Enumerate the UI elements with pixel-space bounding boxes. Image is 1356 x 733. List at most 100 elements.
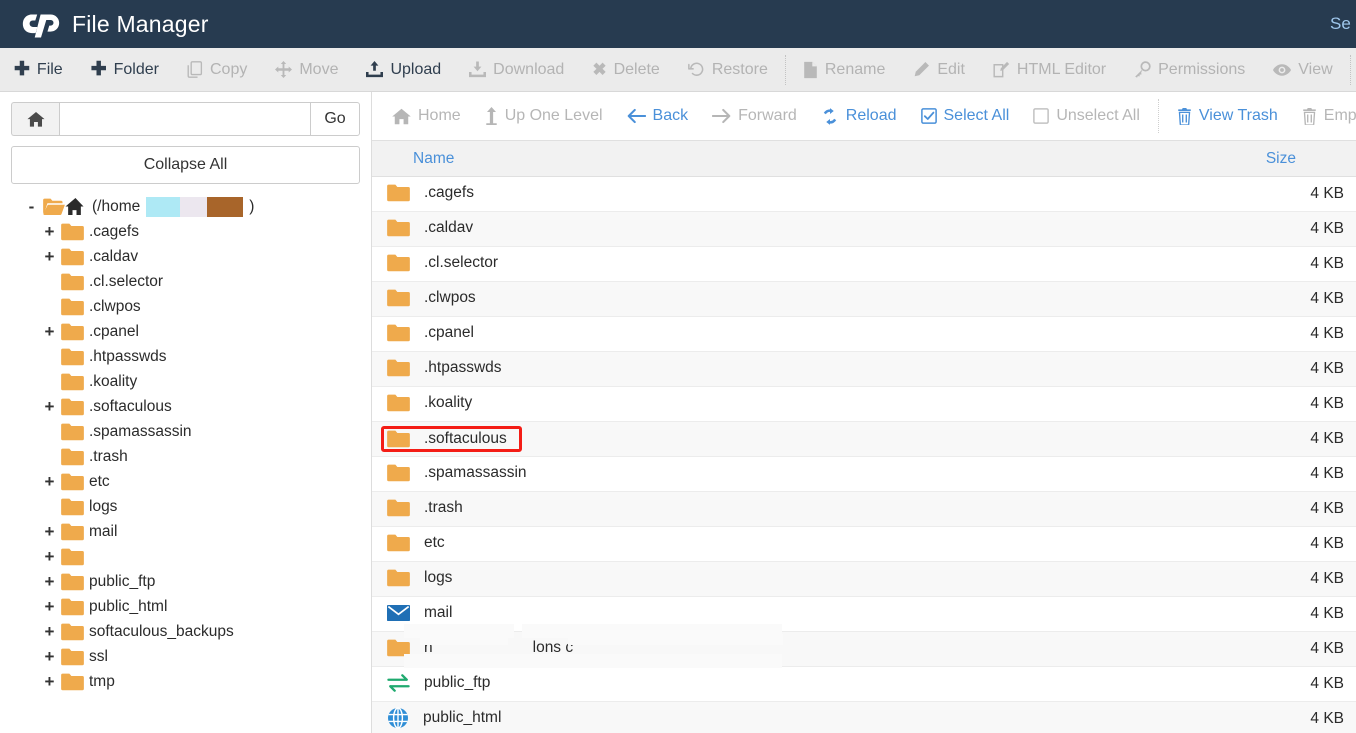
file-entry[interactable]: .cl.selector [384, 251, 504, 275]
file-entry[interactable]: public_ftp [384, 671, 496, 695]
tree-node-public_html[interactable]: + public_html [11, 594, 360, 619]
tree-toggle[interactable]: + [43, 623, 56, 640]
table-row[interactable]: mail 4 KB [372, 596, 1356, 632]
file-name-cell[interactable]: .cl.selector [372, 246, 864, 282]
tree-node-public_ftp[interactable]: + public_ftp [11, 569, 360, 594]
tree-node-trash[interactable]: + .trash [11, 444, 360, 469]
tree-node-ssl[interactable]: + ssl [11, 644, 360, 669]
file-entry[interactable]: .cagefs [384, 181, 480, 205]
toolbar-button-upload[interactable]: Upload [352, 48, 455, 91]
file-name-cell[interactable]: public_ftp [372, 666, 864, 702]
file-name-cell[interactable]: .clwpos [372, 281, 864, 317]
path-input[interactable] [59, 102, 310, 136]
table-row[interactable]: .caldav 4 KB [372, 211, 1356, 247]
table-row[interactable]: .cpanel 4 KB [372, 316, 1356, 352]
file-entry[interactable]: mail [384, 601, 458, 625]
file-name-cell[interactable]: .trash [372, 491, 864, 527]
tree-toggle[interactable]: - [25, 198, 38, 215]
tree-node-koality[interactable]: + .koality [11, 369, 360, 394]
table-row[interactable]: logs 4 KB [372, 561, 1356, 597]
table-row[interactable]: .cl.selector 4 KB [372, 246, 1356, 282]
collapse-all-button[interactable]: Collapse All [11, 146, 360, 184]
tree-node-clwpos[interactable]: + .clwpos [11, 294, 360, 319]
file-entry[interactable]: public_html [384, 704, 507, 732]
file-entry[interactable]: .clwpos [384, 286, 482, 310]
tree-toggle[interactable]: + [43, 573, 56, 590]
table-row[interactable]: public_ftp 4 KB [372, 666, 1356, 702]
file-entry[interactable]: .trash [384, 496, 469, 520]
toolbar-button-move: Move [261, 48, 352, 91]
file-name-cell[interactable]: public_html [372, 701, 864, 733]
table-row[interactable]: public_html 4 KB [372, 701, 1356, 733]
tree-toggle[interactable]: + [43, 523, 56, 540]
table-row[interactable]: .clwpos 4 KB [372, 281, 1356, 317]
tree-node-mail[interactable]: + mail [11, 519, 360, 544]
list-toolbar-button-back[interactable]: Back [615, 92, 701, 140]
file-entry[interactable]: .softaculous [381, 425, 522, 452]
table-row[interactable]: n lons c 4 KB [372, 624, 1356, 668]
home-icon[interactable] [11, 102, 59, 136]
file-icon [803, 61, 818, 79]
file-name-cell[interactable]: .cpanel [372, 316, 864, 352]
file-entry[interactable]: logs [384, 566, 458, 590]
tree-toggle[interactable]: + [43, 248, 56, 265]
file-entry[interactable]: .htpasswds [384, 356, 508, 380]
table-row[interactable]: .trash 4 KB [372, 491, 1356, 527]
file-name-cell[interactable]: n lons c [372, 624, 864, 668]
list-toolbar-button-reload[interactable]: Reload [809, 92, 909, 140]
file-table-scroll[interactable]: Name Size .cagefs 4 KB .caldav 4 KB .cl.se… [372, 140, 1356, 733]
table-row[interactable]: etc 4 KB [372, 526, 1356, 562]
tree-node-spamassassin[interactable]: + .spamassassin [11, 419, 360, 444]
file-entry[interactable]: .cpanel [384, 321, 480, 345]
tree-toggle[interactable]: + [43, 398, 56, 415]
tree-node[interactable]: + [11, 544, 360, 569]
search-label[interactable]: Se [1330, 14, 1356, 34]
file-name-cell[interactable]: .spamassassin [372, 456, 864, 492]
list-toolbar-button-view-trash[interactable]: View Trash [1165, 92, 1290, 140]
table-row[interactable]: .spamassassin 4 KB [372, 456, 1356, 492]
file-name-cell[interactable]: .htpasswds [372, 351, 864, 387]
file-name-cell[interactable]: etc [372, 526, 864, 562]
file-name-cell[interactable]: .koality [372, 386, 864, 422]
table-row[interactable]: .softaculous 4 KB [372, 421, 1356, 457]
table-row[interactable]: .cagefs 4 KB [372, 176, 1356, 212]
table-row[interactable]: .koality 4 KB [372, 386, 1356, 422]
column-header-size[interactable]: Size [864, 140, 1356, 177]
tree-toggle[interactable]: + [43, 323, 56, 340]
list-toolbar-button-select-all[interactable]: Select All [909, 92, 1022, 140]
file-name-cell[interactable]: logs [372, 561, 864, 597]
table-row[interactable]: .htpasswds 4 KB [372, 351, 1356, 387]
file-name-cell[interactable]: .cagefs [372, 176, 864, 212]
file-entry[interactable]: .koality [384, 391, 478, 415]
file-entry[interactable]: .spamassassin [384, 461, 533, 485]
tree-toggle[interactable]: + [43, 673, 56, 690]
tree-node-etc[interactable]: + etc [11, 469, 360, 494]
toolbar-button-file[interactable]: ✚ File [0, 48, 77, 91]
file-name-cell[interactable]: .softaculous [372, 421, 864, 457]
tree-toggle[interactable]: + [43, 648, 56, 665]
tree-toggle[interactable]: + [43, 548, 56, 565]
tree-node-cagefs[interactable]: + .cagefs [11, 219, 360, 244]
go-button[interactable]: Go [310, 102, 360, 136]
tree-node-logs[interactable]: + logs [11, 494, 360, 519]
tree-toggle[interactable]: + [43, 473, 56, 490]
file-name-cell[interactable]: .caldav [372, 211, 864, 247]
tree-node-caldav[interactable]: + .caldav [11, 244, 360, 269]
tree-node-clselector[interactable]: + .cl.selector [11, 269, 360, 294]
file-name-label: public_html [423, 709, 502, 727]
tree-node-htpasswds[interactable]: + .htpasswds [11, 344, 360, 369]
tree-node-home[interactable]: - (/home) [11, 194, 360, 219]
tree-node-cpanel[interactable]: + .cpanel [11, 319, 360, 344]
file-entry[interactable]: .caldav [384, 216, 479, 240]
toolbar-button-folder[interactable]: ✚ Folder [77, 48, 173, 91]
file-entry[interactable]: etc [384, 531, 451, 555]
file-entry[interactable]: n lons c [384, 636, 579, 660]
tree-toggle[interactable]: + [43, 223, 56, 240]
tree-toggle[interactable]: + [43, 598, 56, 615]
column-header-name[interactable]: Name [372, 140, 864, 177]
tree-node-softaculous_backups[interactable]: + softaculous_backups [11, 619, 360, 644]
tree-node-tmp[interactable]: + tmp [11, 669, 360, 694]
tree-node-label: .cagefs [89, 222, 139, 240]
file-name-cell[interactable]: mail [372, 596, 864, 632]
tree-node-softaculous[interactable]: + .softaculous [11, 394, 360, 419]
